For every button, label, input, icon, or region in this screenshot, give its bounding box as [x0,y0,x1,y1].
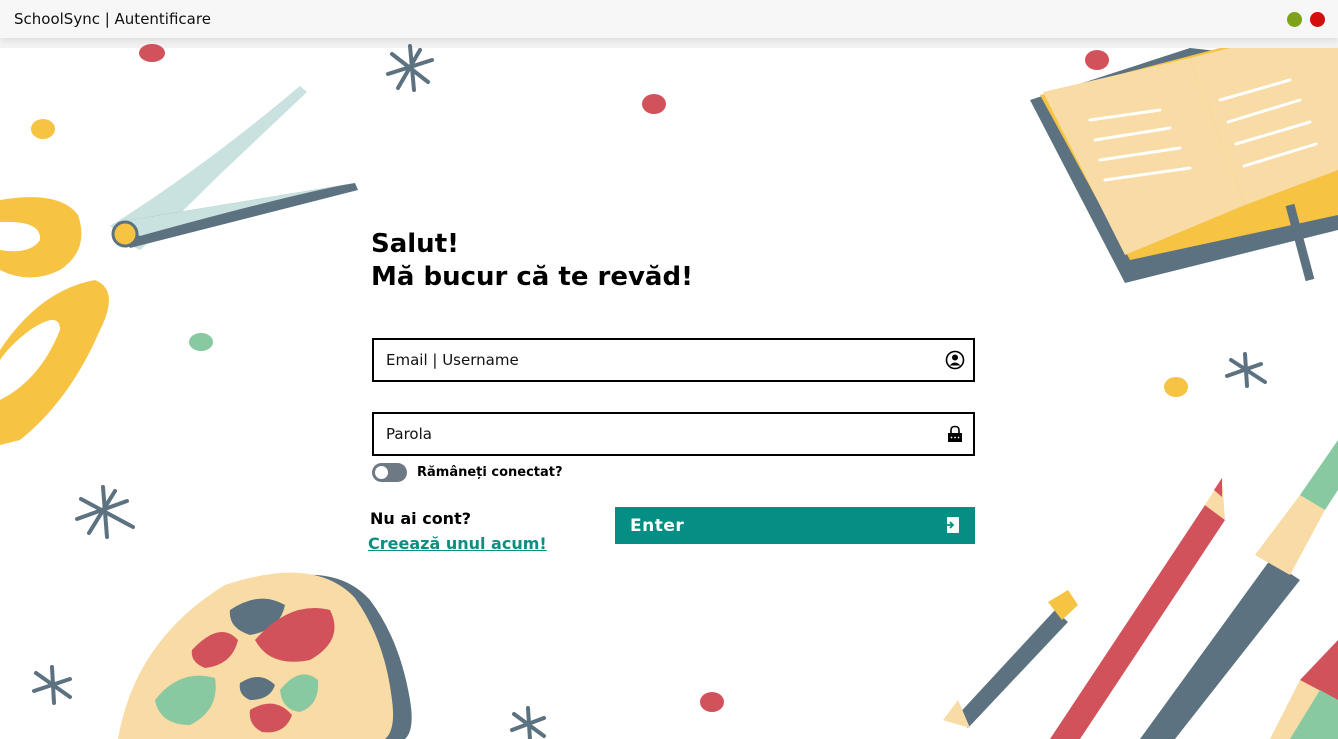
remember-me-toggle[interactable] [372,463,407,482]
password-input[interactable] [374,414,946,454]
enter-button-label: Enter [630,516,685,536]
greeting-line-2: Mă bucur că te revăd! [371,262,693,292]
login-icon [944,517,959,533]
toggle-knob [375,466,388,479]
username-field[interactable] [372,338,975,382]
greeting-heading: Salut! Mă bucur că te revăd! [371,228,693,294]
username-input[interactable] [374,340,946,380]
login-panel: Salut! Mă bucur că te revăd! Rămâneți co… [0,0,1338,739]
title-bar: SchoolSync | Autentificare [0,0,1338,38]
enter-button[interactable]: Enter [615,507,975,544]
greeting-line-1: Salut! [371,229,459,259]
close-button[interactable] [1310,12,1325,27]
remember-me-label: Rămâneți conectat? [417,465,563,480]
no-account-text: Nu ai cont? [370,509,471,528]
minimize-button[interactable] [1287,12,1302,27]
password-field[interactable] [372,412,975,456]
create-account-link[interactable]: Creează unul acum! [368,534,547,553]
user-icon [945,350,965,370]
lock-icon [948,425,962,442]
window-title: SchoolSync | Autentificare [14,10,211,28]
